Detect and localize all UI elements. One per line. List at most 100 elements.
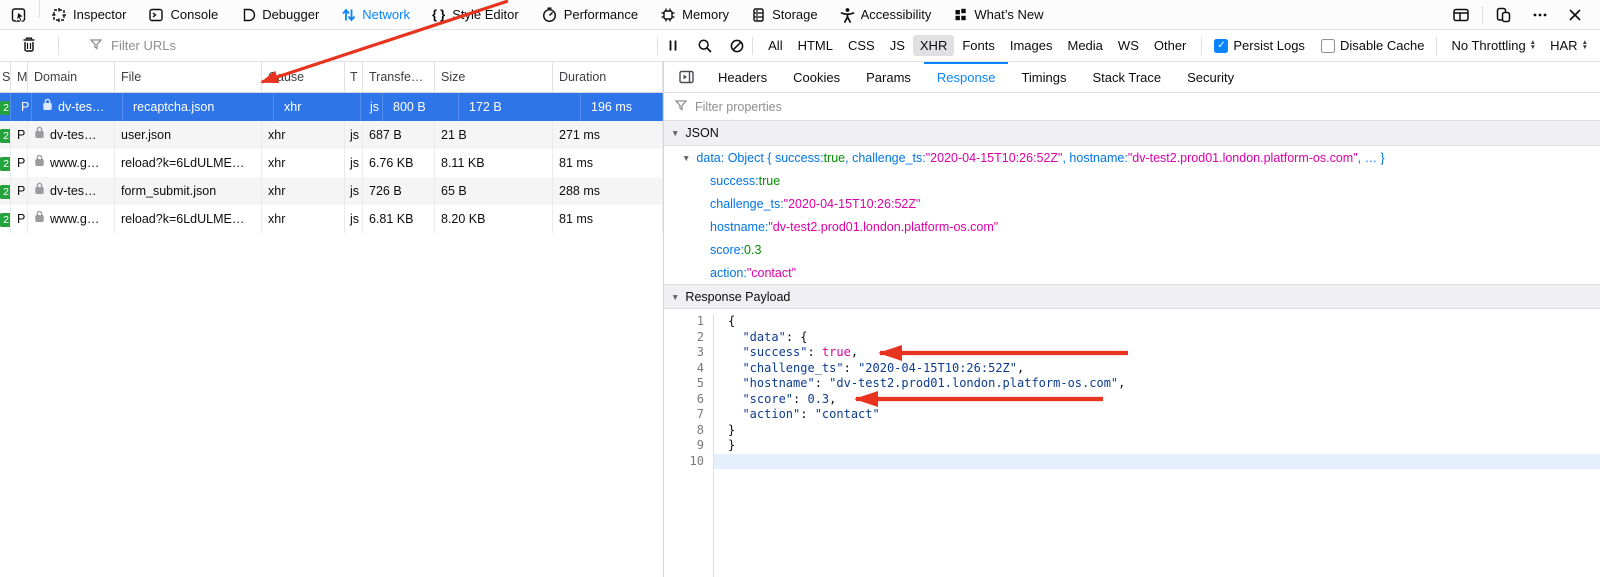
type-cell: js [345, 149, 363, 177]
json-tree-row-5[interactable]: action: "contact" [664, 261, 1600, 284]
responsive-design-button[interactable] [1487, 0, 1520, 29]
detail-tab-cookies[interactable]: Cookies [780, 62, 853, 92]
disable-cache-checkbox[interactable] [1321, 39, 1335, 53]
filter-pill-fonts[interactable]: Fonts [955, 35, 1002, 56]
whats-new-icon [953, 7, 968, 23]
request-row-reload-k-6LdULME-[interactable]: 2Pwww.g…reload?k=6LdULME…xhrjs6.76 KB8.1… [0, 149, 663, 177]
column-header-size[interactable]: Size [435, 62, 553, 92]
node-picker-icon [11, 7, 28, 23]
filter-pill-xhr[interactable]: XHR [913, 35, 954, 56]
filter-pill-ws[interactable]: WS [1111, 35, 1146, 56]
filter-properties-input[interactable] [695, 100, 1590, 114]
clear-requests-button[interactable] [0, 36, 58, 56]
search-button[interactable] [690, 33, 720, 59]
json-section-header[interactable]: ▼ JSON [664, 121, 1600, 146]
filter-pill-media[interactable]: Media [1061, 35, 1110, 56]
file-cell: reload?k=6LdULME… [115, 205, 262, 233]
collapse-triangle-icon: ▼ [671, 292, 679, 302]
detail-tab-response[interactable]: Response [924, 62, 1009, 92]
tree-text: "contact" [747, 266, 796, 280]
tab-console[interactable]: Console [137, 0, 229, 29]
response-payload-label: Response Payload [685, 290, 790, 304]
dock-to-side-button[interactable] [1444, 0, 1478, 29]
filter-pill-other[interactable]: Other [1147, 35, 1194, 56]
tab-performance[interactable]: Performance [530, 0, 649, 29]
response-payload-editor[interactable]: 12345678910 { "data": { "success": true,… [664, 309, 1600, 577]
json-tree-row-1[interactable]: success: true [664, 169, 1600, 192]
duration-cell: 288 ms [553, 177, 663, 205]
filter-pill-css[interactable]: CSS [841, 35, 882, 56]
request-row-user.json[interactable]: 2Pdv-tes…user.jsonxhrjs687 B21 B271 ms [0, 121, 663, 149]
persist-logs-checkbox[interactable]: ✓ [1214, 39, 1228, 53]
toolbox-buttons [1444, 0, 1600, 29]
filter-pill-images[interactable]: Images [1003, 35, 1060, 56]
request-row-form_submit.json[interactable]: 2Pdv-tes…form_submit.jsonxhrjs726 B65 B2… [0, 177, 663, 205]
request-row-reload-k-6LdULME-[interactable]: 2Pwww.g…reload?k=6LdULME…xhrjs6.81 KB8.2… [0, 205, 663, 233]
column-header-method[interactable]: M [11, 62, 28, 92]
request-table-body: 2Pdv-tes…recaptcha.jsonxhrjs800 B172 B19… [0, 93, 663, 233]
filter-pill-js[interactable]: JS [883, 35, 912, 56]
domain-cell: dv-tes… [28, 121, 115, 149]
response-payload-section-header[interactable]: ▼ Response Payload [664, 284, 1600, 309]
node-picker-button[interactable] [0, 0, 39, 29]
detail-tabs: HeadersCookiesParamsResponseTimingsStack… [664, 62, 1600, 93]
tab-inspector[interactable]: Inspector [40, 0, 137, 29]
detail-tab-security[interactable]: Security [1174, 62, 1247, 92]
column-header-cause[interactable]: Cause [262, 62, 345, 92]
line-number: 3 [664, 345, 704, 361]
json-tree-row-4[interactable]: score: 0.3 [664, 238, 1600, 261]
lock-icon [34, 205, 45, 233]
style-editor-icon: { } [432, 7, 446, 22]
detail-tab-timings[interactable]: Timings [1008, 62, 1079, 92]
tree-text: true [759, 174, 781, 188]
type-cell: js [345, 177, 363, 205]
column-header-domain[interactable]: Domain [28, 62, 115, 92]
tab-storage[interactable]: Storage [740, 0, 829, 29]
pause-recording-button[interactable] [658, 33, 688, 59]
throttling-select[interactable]: No Throttling ▲▼ [1451, 38, 1536, 53]
network-options: ✓ Persist Logs Disable Cache [1202, 38, 1436, 53]
method-cell: P [15, 93, 32, 121]
tab-accessibility[interactable]: Accessibility [829, 0, 943, 29]
column-header-file[interactable]: File [115, 62, 262, 92]
filter-pill-html[interactable]: HTML [791, 35, 840, 56]
toolbox-tabs: InspectorConsoleDebuggerNetwork{ }Style … [40, 0, 1055, 29]
cause-cell: xhr [262, 121, 345, 149]
expand-triangle-icon[interactable]: ▼ [682, 153, 690, 163]
disable-cache-toggle[interactable]: Disable Cache [1321, 38, 1425, 53]
type-cell: js [345, 205, 363, 233]
tab-style-editor[interactable]: { }Style Editor [421, 0, 530, 29]
filter-pill-all[interactable]: All [761, 35, 789, 56]
tab-memory[interactable]: Memory [649, 0, 740, 29]
block-request-button[interactable] [722, 33, 752, 59]
detail-tab-stack-trace[interactable]: Stack Trace [1079, 62, 1174, 92]
status-badge: 2 [0, 205, 11, 233]
tab-network[interactable]: Network [330, 0, 421, 29]
tab-debugger[interactable]: Debugger [229, 0, 330, 29]
line-number: 10 [664, 454, 704, 470]
filter-urls-input[interactable] [111, 38, 657, 53]
json-tree-row-0[interactable]: ▼data: Object { success: true, challenge… [664, 146, 1600, 169]
code-line-2: "data": { [714, 330, 1600, 346]
detail-tab-headers[interactable]: Headers [705, 62, 780, 92]
tree-text: , challenge_ts: [845, 151, 926, 165]
line-number: 8 [664, 423, 704, 439]
column-header-type[interactable]: T [345, 62, 363, 92]
sidebar-toggle-button[interactable] [664, 62, 705, 92]
har-select[interactable]: HAR ▲▼ [1550, 38, 1588, 53]
column-header-status[interactable]: S [0, 62, 11, 92]
meatball-menu-button[interactable] [1524, 0, 1556, 29]
collapse-triangle-icon: ▼ [671, 128, 679, 138]
json-tree-row-2[interactable]: challenge_ts: "2020-04-15T10:26:52Z" [664, 192, 1600, 215]
json-tree-row-3[interactable]: hostname: "dv-test2.prod01.london.platfo… [664, 215, 1600, 238]
request-row-recaptcha.json[interactable]: 2Pdv-tes…recaptcha.jsonxhrjs800 B172 B19… [0, 93, 663, 121]
status-badge: 2 [0, 149, 11, 177]
trash-icon [21, 36, 37, 56]
tab-what-s-new[interactable]: What’s New [942, 0, 1054, 29]
column-header-duration[interactable]: Duration [553, 62, 663, 92]
close-devtools-button[interactable] [1560, 0, 1590, 29]
json-section-label: JSON [685, 126, 718, 140]
persist-logs-toggle[interactable]: ✓ Persist Logs [1214, 38, 1305, 53]
detail-tab-params[interactable]: Params [853, 62, 924, 92]
column-header-transfer[interactable]: Transfe… [363, 62, 435, 92]
